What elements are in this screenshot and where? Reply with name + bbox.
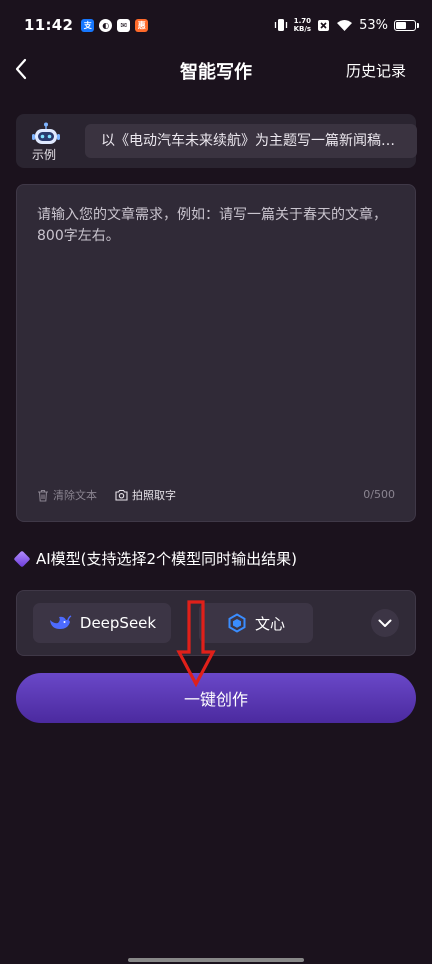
example-prompt[interactable]: 以《电动汽车未来续航》为主题写一篇新闻稿… bbox=[85, 124, 417, 158]
app-circle-icon: ◐ bbox=[99, 18, 113, 32]
model-name-wenxin: 文心 bbox=[254, 614, 285, 633]
prompt-placeholder: 请输入您的文章需求，例如：请写一篇关于春天的文章，800字左右。 bbox=[37, 207, 387, 244]
editor-tools: 清除文本 拍照取字 bbox=[37, 487, 176, 503]
model-section-label: AI模型(支持选择2个模型同时输出结果) bbox=[36, 550, 297, 568]
clear-text-button[interactable]: 清除文本 bbox=[37, 487, 97, 503]
example-label: 示例 bbox=[32, 148, 57, 162]
model-name-deepseek: DeepSeek bbox=[79, 614, 157, 632]
coupon-app-icon: 惠 bbox=[135, 18, 149, 32]
chevron-down-icon bbox=[378, 619, 392, 627]
model-section-title: AI模型(支持选择2个模型同时输出结果) bbox=[13, 548, 297, 569]
model-selector: DeepSeek 文心 bbox=[16, 590, 416, 656]
photo-ocr-button[interactable]: 拍照取字 bbox=[115, 487, 176, 503]
camera-icon bbox=[115, 489, 128, 501]
no-sim-icon bbox=[318, 19, 330, 31]
model-chip-wenxin[interactable]: 文心 bbox=[199, 603, 313, 643]
example-card: 示例 以《电动汽车未来续航》为主题写一篇新闻稿… bbox=[16, 114, 417, 168]
prompt-editor[interactable]: 请输入您的文章需求，例如：请写一篇关于春天的文章，800字左右。 清除文本 拍照… bbox=[16, 184, 416, 522]
deepseek-whale-icon bbox=[49, 615, 72, 629]
red-arrow-annotation bbox=[176, 600, 216, 688]
status-bar: 11:42 支 ◐ ✉ 惠 1.70 KB/s 53% bbox=[0, 0, 432, 50]
vibrate-icon bbox=[274, 19, 287, 31]
photo-ocr-label: 拍照取字 bbox=[132, 489, 176, 502]
model-chip-deepseek[interactable]: DeepSeek bbox=[33, 603, 171, 643]
trash-icon bbox=[38, 489, 48, 502]
robot-icon bbox=[32, 122, 60, 144]
app-header: 智能写作 历史记录 bbox=[0, 50, 432, 88]
battery-icon bbox=[394, 19, 419, 31]
create-button-label: 一键创作 bbox=[183, 690, 248, 709]
diamond-icon bbox=[13, 550, 31, 567]
status-time: 11:42 bbox=[24, 16, 74, 34]
notification-icons: 支 ◐ ✉ 惠 bbox=[81, 18, 149, 32]
wifi-icon bbox=[337, 19, 353, 31]
char-counter: 0/500 bbox=[363, 488, 395, 501]
home-indicator bbox=[128, 958, 304, 962]
create-button[interactable]: 一键创作 bbox=[16, 673, 416, 723]
battery-percent: 53% bbox=[359, 17, 388, 33]
expand-models-button[interactable] bbox=[371, 609, 399, 637]
network-speed: 1.70 KB/s bbox=[293, 17, 312, 33]
mail-icon: ✉ bbox=[117, 18, 131, 32]
history-button[interactable]: 历史记录 bbox=[346, 60, 406, 81]
alipay-icon: 支 bbox=[81, 18, 95, 32]
wenxin-cube-icon bbox=[228, 613, 246, 633]
clear-text-label: 清除文本 bbox=[53, 489, 97, 502]
